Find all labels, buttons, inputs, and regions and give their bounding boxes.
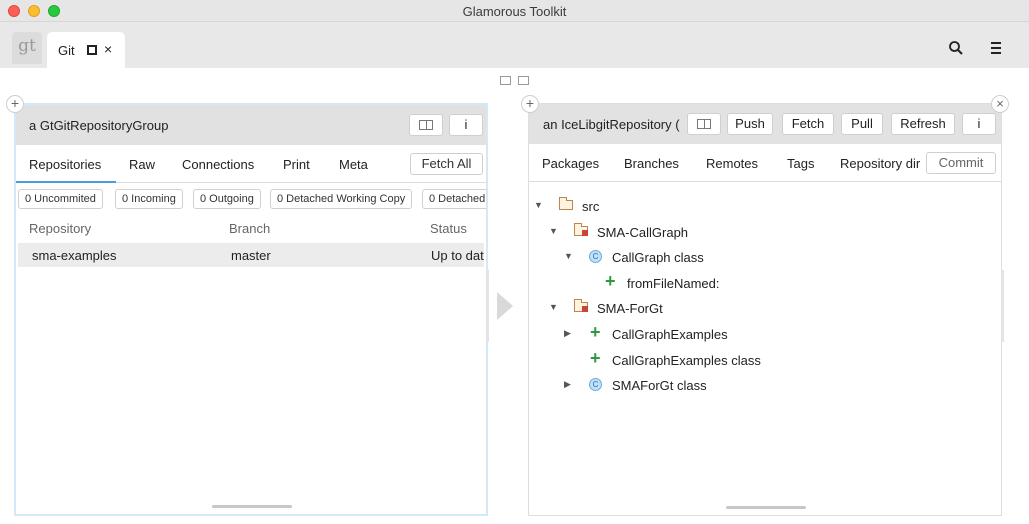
- folder-icon: [559, 197, 573, 210]
- collapse-toggle-icon[interactable]: ▶: [564, 379, 571, 390]
- column-header-status[interactable]: Status: [430, 221, 467, 236]
- tab-branches[interactable]: Branches: [624, 156, 679, 171]
- tree-row-smaforgt-class[interactable]: ▶ C SMAForGt class: [529, 375, 989, 397]
- table-row[interactable]: sma-examples master Up to dat: [18, 243, 484, 267]
- cell-branch: master: [231, 248, 271, 263]
- left-pane-resize-handle[interactable]: [486, 270, 489, 342]
- close-tab-icon[interactable]: ×: [104, 41, 112, 57]
- active-tab-indicator: [16, 181, 116, 183]
- pane-title: a GtGitRepositoryGroup: [29, 118, 169, 133]
- status-badges: 0 Uncommited 0 Incoming 0 Outgoing 0 Det…: [16, 189, 486, 211]
- window-title: Glamorous Toolkit: [462, 4, 567, 19]
- tree-label: SMA-ForGt: [597, 301, 663, 316]
- tab-repositories[interactable]: Repositories: [29, 157, 101, 172]
- tree-label: fromFileNamed:: [627, 276, 720, 291]
- tab-meta[interactable]: Meta: [339, 157, 368, 172]
- package-icon: [574, 299, 588, 312]
- book-icon: [697, 119, 711, 129]
- tree-label: src: [582, 199, 600, 214]
- tree-row-sma-callgraph[interactable]: ▼ SMA-CallGraph: [529, 222, 989, 244]
- cell-status: Up to dat: [431, 248, 484, 263]
- horizontal-scrollbar[interactable]: [726, 506, 806, 509]
- tree-row-fromfilenamed[interactable]: + fromFileNamed:: [529, 271, 989, 295]
- tab-git[interactable]: Git ×: [47, 32, 125, 68]
- tab-tags[interactable]: Tags: [787, 156, 814, 171]
- tree-row-src[interactable]: ▼ src: [529, 196, 989, 218]
- search-icon[interactable]: [948, 40, 964, 56]
- push-button[interactable]: Push: [727, 113, 773, 135]
- navigate-right-icon[interactable]: [497, 292, 513, 320]
- commit-button[interactable]: Commit: [926, 152, 996, 174]
- pane-header: a GtGitRepositoryGroup i: [16, 105, 486, 145]
- info-button[interactable]: i: [962, 113, 996, 135]
- pane-header: an IceLibgitRepository ( Push Fetch Pull…: [529, 104, 1001, 144]
- window-titlebar: Glamorous Toolkit: [0, 0, 1029, 22]
- plus-icon: +: [590, 348, 601, 368]
- view-tabs: Repositories Raw Connections Print Meta …: [16, 145, 486, 183]
- tab-raw[interactable]: Raw: [129, 157, 155, 172]
- add-pane-right-icon[interactable]: +: [521, 95, 539, 113]
- tab-bar: gt Git ×: [0, 22, 1029, 68]
- badge-uncommited[interactable]: 0 Uncommited: [18, 189, 103, 209]
- expand-toggle-icon[interactable]: ▼: [534, 200, 543, 210]
- badge-detached-working-copy[interactable]: 0 Detached Working Copy: [270, 189, 413, 209]
- pane-overview-left-icon[interactable]: [500, 76, 511, 85]
- expand-toggle-icon[interactable]: ▼: [564, 251, 573, 261]
- tab-git-label: Git: [58, 43, 75, 58]
- maximize-tab-icon[interactable]: [87, 45, 97, 55]
- horizontal-scrollbar[interactable]: [212, 505, 292, 508]
- view-tabs: Packages Branches Remotes Tags Repositor…: [529, 144, 1001, 182]
- column-header-repository[interactable]: Repository: [29, 221, 91, 236]
- tree-label: CallGraphExamples: [612, 327, 728, 342]
- book-icon: [419, 120, 433, 130]
- pane-overview-right-icon[interactable]: [518, 76, 529, 85]
- iceberg-repository-pane: an IceLibgitRepository ( Push Fetch Pull…: [528, 103, 1002, 516]
- plus-icon: +: [590, 322, 601, 342]
- right-pane-resize-handle[interactable]: [1001, 270, 1004, 342]
- inspect-button[interactable]: [409, 114, 443, 136]
- badge-incoming[interactable]: 0 Incoming: [115, 189, 183, 209]
- fetch-button[interactable]: Fetch: [782, 113, 834, 135]
- add-pane-left-icon[interactable]: +: [6, 95, 24, 113]
- refresh-button[interactable]: Refresh: [891, 113, 955, 135]
- tree-label: CallGraph class: [612, 250, 704, 265]
- repository-group-pane: a GtGitRepositoryGroup i Repositories Ra…: [14, 103, 488, 516]
- tab-connections[interactable]: Connections: [182, 157, 254, 172]
- tree-row-callgraphexamples-class[interactable]: + CallGraphExamples class: [529, 348, 989, 372]
- tab-packages[interactable]: Packages: [542, 156, 599, 171]
- cell-repository: sma-examples: [32, 248, 117, 263]
- pane-title: an IceLibgitRepository (: [543, 117, 680, 132]
- plus-icon: +: [605, 271, 616, 291]
- class-icon: C: [589, 378, 602, 391]
- tree-row-callgraph-class[interactable]: ▼ C CallGraph class: [529, 247, 989, 269]
- gt-logo[interactable]: gt: [12, 32, 42, 64]
- pull-button[interactable]: Pull: [841, 113, 883, 135]
- tab-remotes[interactable]: Remotes: [706, 156, 758, 171]
- column-header-branch[interactable]: Branch: [229, 221, 270, 236]
- tab-print[interactable]: Print: [283, 157, 310, 172]
- menu-icon[interactable]: [989, 42, 1003, 54]
- info-button[interactable]: i: [449, 114, 483, 136]
- inspect-button[interactable]: [687, 113, 721, 135]
- expand-toggle-icon[interactable]: ▼: [549, 226, 558, 236]
- tree-row-callgraphexamples[interactable]: ▶ + CallGraphExamples: [529, 322, 989, 346]
- fetch-all-button[interactable]: Fetch All: [410, 153, 483, 175]
- expand-toggle-icon[interactable]: ▼: [549, 302, 558, 312]
- class-icon: C: [589, 250, 602, 263]
- tab-repository-dir[interactable]: Repository dir: [840, 156, 922, 171]
- badge-detached[interactable]: 0 Detached: [422, 189, 486, 209]
- close-pane-icon[interactable]: ×: [991, 95, 1009, 113]
- tree-label: CallGraphExamples class: [612, 353, 761, 368]
- package-icon: [574, 223, 588, 236]
- tree-label: SMAForGt class: [612, 378, 707, 393]
- tree-row-sma-forgt[interactable]: ▼ SMA-ForGt: [529, 298, 989, 320]
- badge-outgoing[interactable]: 0 Outgoing: [193, 189, 261, 209]
- collapse-toggle-icon[interactable]: ▶: [564, 328, 571, 339]
- tree-label: SMA-CallGraph: [597, 225, 689, 240]
